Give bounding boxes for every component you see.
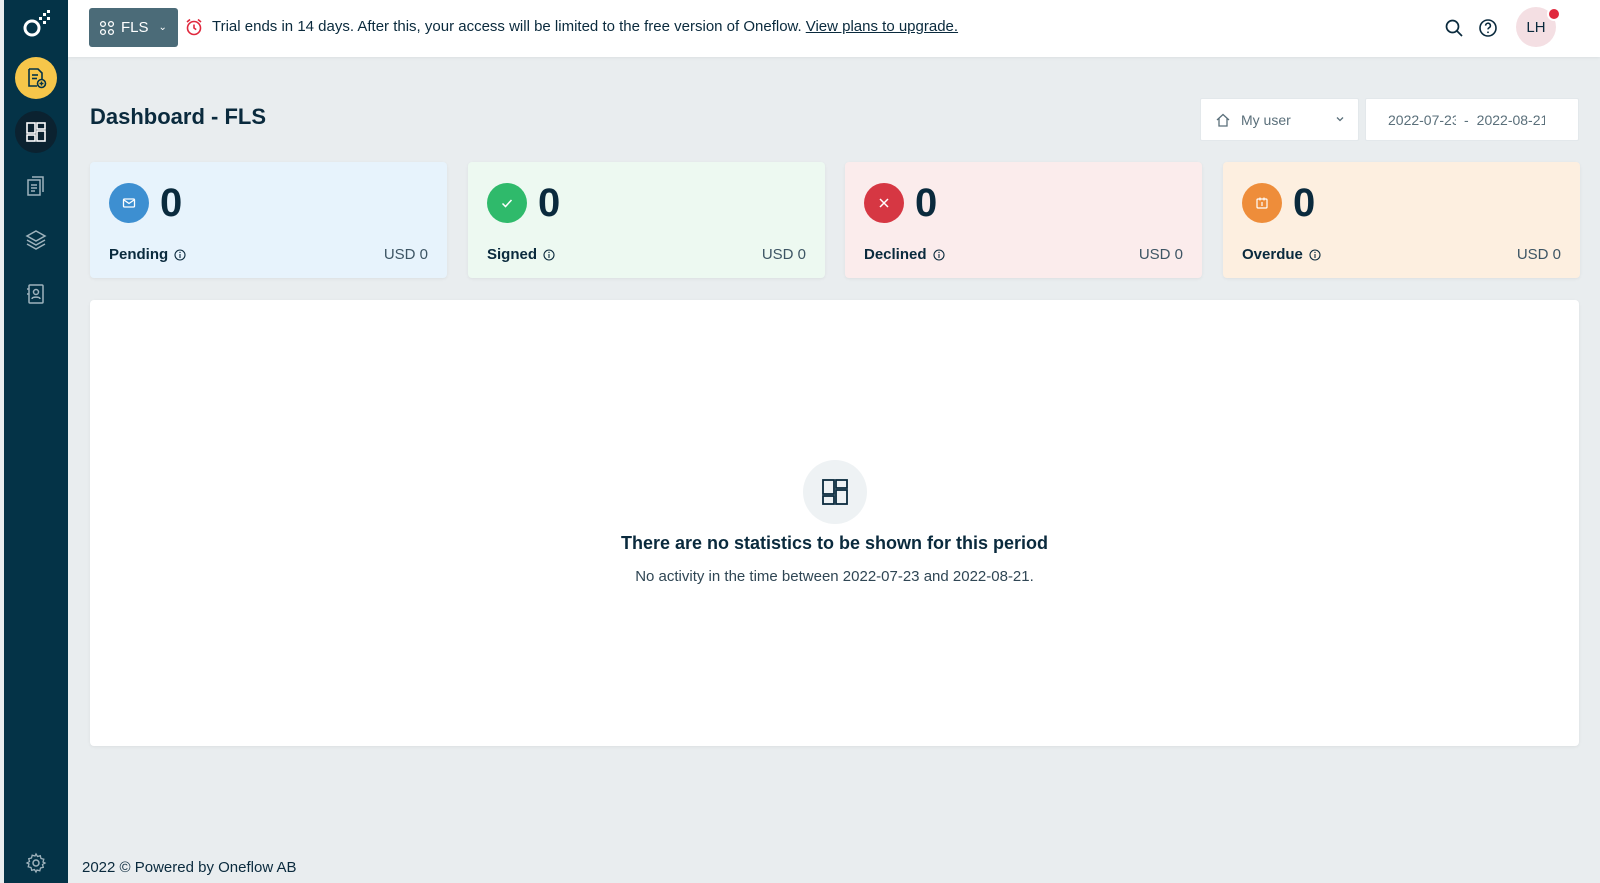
gear-icon — [25, 852, 47, 874]
address-book-icon — [27, 284, 44, 304]
stat-amount: USD 0 — [383, 246, 428, 263]
stat-label-text: Overdue — [1242, 246, 1303, 263]
sidebar — [4, 0, 68, 883]
stat-amount: USD 0 — [1138, 246, 1183, 263]
stat-amount: USD 0 — [761, 246, 806, 263]
info-icon[interactable] — [174, 248, 186, 261]
date-from[interactable]: 2022-07-23 — [1388, 112, 1456, 128]
alarm-clock-icon — [186, 18, 202, 36]
page-title: Dashboard - FLS — [90, 104, 267, 129]
sidebar-item-dashboard[interactable] — [15, 111, 57, 153]
trial-message: Trial ends in 14 days. After this, your … — [212, 18, 802, 35]
document-plus-icon — [28, 68, 47, 89]
create-document-button[interactable] — [15, 57, 57, 99]
layers-icon — [25, 230, 47, 250]
user-filter-select[interactable]: My user — [1200, 98, 1359, 141]
envelope-icon — [109, 183, 149, 223]
sidebar-item-contacts[interactable] — [15, 273, 57, 315]
date-to[interactable]: 2022-08-21 — [1477, 112, 1545, 128]
stat-label: Signed — [487, 246, 555, 263]
notification-badge — [1547, 7, 1561, 21]
topbar: FLS ⌄ Trial ends in 14 days. After this,… — [68, 0, 1600, 57]
trial-banner: Trial ends in 14 days. After this, your … — [212, 18, 958, 35]
sidebar-item-documents[interactable] — [15, 165, 57, 207]
stat-count: 0 — [1293, 181, 1316, 225]
stat-count: 0 — [160, 181, 183, 225]
empty-state-title: There are no statistics to be shown for … — [620, 533, 1049, 553]
stat-label: Declined — [864, 246, 945, 263]
x-icon — [864, 183, 904, 223]
documents-icon — [27, 176, 44, 196]
chevron-down-icon: ⌄ — [158, 22, 167, 33]
dashboard-icon — [803, 460, 867, 524]
stat-card-signed[interactable]: 0 Signed USD 0 — [468, 162, 825, 278]
search-icon[interactable] — [1444, 18, 1464, 38]
stat-label-text: Declined — [864, 246, 927, 263]
sidebar-item-settings[interactable] — [15, 842, 57, 883]
workspace-label: FLS — [121, 19, 149, 36]
oneflow-logo[interactable] — [20, 9, 52, 41]
date-separator: - — [1464, 111, 1469, 128]
info-icon[interactable] — [1309, 248, 1321, 261]
check-icon — [487, 183, 527, 223]
help-icon[interactable] — [1478, 18, 1498, 38]
workspace-icon — [99, 20, 115, 35]
stat-label: Pending — [109, 246, 186, 263]
stat-label: Overdue — [1242, 246, 1321, 263]
stat-card-pending[interactable]: 0 Pending USD 0 — [90, 162, 447, 278]
empty-state-subtitle: No activity in the time between 2022-07-… — [635, 568, 1034, 585]
stat-label-text: Signed — [487, 246, 538, 263]
chevron-down-icon — [1336, 117, 1344, 122]
stat-label-text: Pending — [109, 246, 169, 263]
stat-amount: USD 0 — [1516, 246, 1561, 263]
stat-count: 0 — [915, 181, 938, 225]
date-range-picker[interactable]: 2022-07-23 - 2022-08-21 — [1365, 98, 1579, 141]
user-filter-value: My user — [1241, 111, 1291, 128]
dashboard-icon — [26, 122, 46, 142]
stat-card-declined[interactable]: 0 Declined USD 0 — [845, 162, 1202, 278]
info-icon[interactable] — [932, 248, 945, 261]
info-icon[interactable] — [543, 248, 555, 261]
stat-card-overdue[interactable]: 0 Overdue USD 0 — [1223, 162, 1580, 278]
calendar-icon — [1242, 183, 1282, 223]
sidebar-item-templates[interactable] — [15, 219, 57, 261]
statistics-panel: There are no statistics to be shown for … — [90, 300, 1579, 746]
footer: 2022 © Powered by Oneflow AB — [82, 859, 297, 876]
workspace-switcher[interactable]: FLS ⌄ — [89, 8, 178, 47]
stat-count: 0 — [538, 181, 561, 225]
home-icon — [1216, 113, 1230, 127]
view-plans-link[interactable]: View plans to upgrade. — [806, 18, 958, 35]
